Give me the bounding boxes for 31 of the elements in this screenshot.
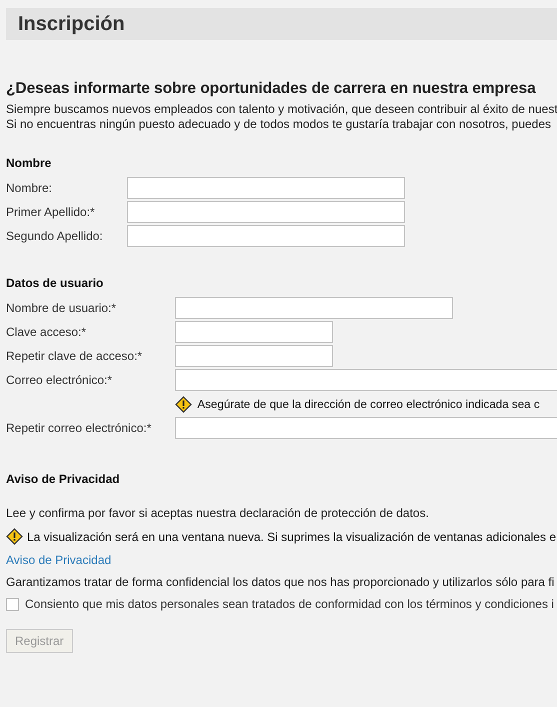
text-field[interactable]: [175, 321, 334, 343]
field-label: Nombre:: [6, 181, 54, 195]
text-field[interactable]: [175, 417, 557, 439]
field-label: Primer Apellido:*: [6, 205, 96, 219]
text-field[interactable]: [126, 177, 405, 199]
text-field[interactable]: [126, 201, 405, 223]
text-field[interactable]: [126, 225, 405, 247]
text-field[interactable]: [175, 297, 454, 319]
field-label: Repetir correo electrónico:*: [6, 421, 152, 435]
privacy-link[interactable]: Aviso de Privacidad: [6, 553, 557, 567]
field-label: Nombre de usuario:*: [6, 301, 118, 315]
field-label: Segundo Apellido:: [6, 229, 103, 243]
section-title: Aviso de Privacidad: [6, 472, 121, 486]
heading: ¿Deseas informarte sobre oportunidades de carrera en nuestra empresa: [6, 80, 537, 98]
privacy-text: Lee y confirma por favor si aceptas nuestra declaración de protección de datos.: [6, 506, 430, 520]
field-label: Clave acceso:*: [6, 325, 88, 339]
guarantee-text: Garantizamos tratar de forma confidencial los datos que nos has proporcionado y utilizarlos sólo para fi: [6, 575, 556, 589]
warning-text: La visualización será en una ventana nueva. Si suprimes la visualización de ventanas adicionales e: [27, 530, 556, 544]
field-label: Correo electrónico:*: [6, 373, 114, 387]
consent-checkbox[interactable]: [6, 598, 19, 610]
warning-text: Asegúrate de que la dirección de correo electrónico indicada sea c: [197, 398, 540, 410]
warning-icon: [6, 528, 23, 545]
text-field[interactable]: [175, 369, 557, 391]
text-field[interactable]: [175, 345, 334, 367]
section-title: Nombre: [6, 156, 52, 170]
intro-text: Si no encuentras ningún puesto adecuado y de todos modos te gustaría trabajar con nosotros, puedes: [6, 117, 552, 132]
field-label: Repetir clave de acceso:*: [6, 349, 144, 363]
section-title: Datos de usuario: [6, 276, 104, 290]
consent-label: Consiento que mis datos personales sean tratados de conformidad con los términos y condiciones i: [25, 597, 554, 611]
page-title: Inscripción: [18, 12, 125, 36]
warning-icon: [175, 396, 192, 412]
